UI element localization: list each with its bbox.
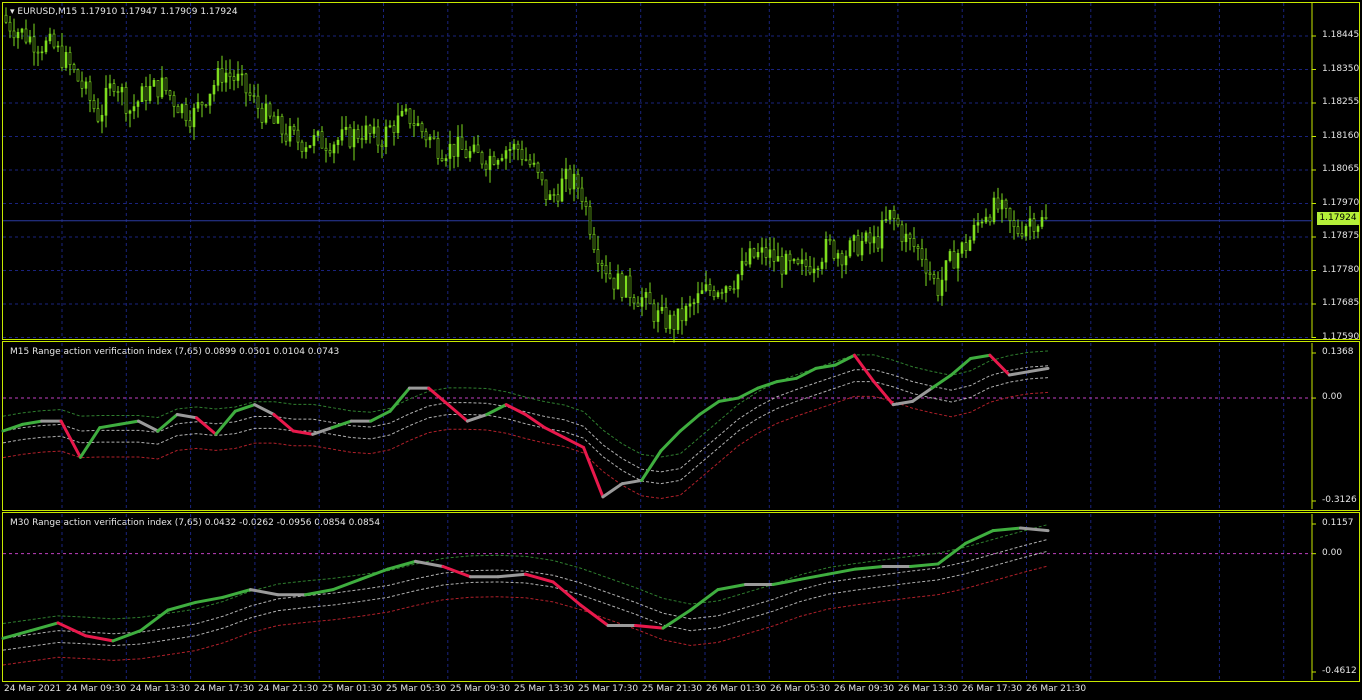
index-line-segment <box>166 600 197 612</box>
index-line-segment <box>194 595 225 604</box>
index-line-segment <box>84 634 115 643</box>
price-axis-label: 1.18350 <box>1322 63 1360 74</box>
index-line-segment <box>414 559 445 569</box>
price-axis-label: 1.17780 <box>1322 264 1360 275</box>
time-axis-label: 24 Mar 09:30 <box>66 684 127 694</box>
time-axis-label: 24 Mar 17:30 <box>194 684 255 694</box>
index-line-segment <box>111 629 142 643</box>
m30-index-axis-label: -0.4612 <box>1322 666 1357 676</box>
price-axis-label: 1.17590 <box>1322 331 1360 342</box>
index-line-segment <box>139 608 170 633</box>
index-line-segment <box>991 526 1022 533</box>
index-line-segment <box>689 588 720 612</box>
price-axis-label: 1.18065 <box>1322 164 1360 174</box>
time-axis-label: 25 Mar 09:30 <box>450 684 511 694</box>
index-line-segment <box>496 572 527 579</box>
index-line-segment <box>331 577 362 592</box>
index-line-segment <box>854 565 885 571</box>
time-axis-label: 25 Mar 17:30 <box>578 684 639 694</box>
index-line-segment <box>964 529 995 545</box>
time-axis-label: 24 Mar 13:30 <box>130 684 191 694</box>
time-axis-label: 26 Mar 05:30 <box>770 684 831 694</box>
index-line-segment <box>29 621 60 633</box>
index-line-segment <box>524 572 555 584</box>
time-axis-label: 25 Mar 21:30 <box>642 684 703 694</box>
m15-index-axis-label: -0.3126 <box>1322 495 1357 505</box>
time-axis-label: 26 Mar 17:30 <box>962 684 1023 694</box>
indicator-m30-canvas[interactable] <box>0 0 1362 700</box>
time-axis-label: 25 Mar 01:30 <box>322 684 383 694</box>
index-line-segment <box>826 567 857 576</box>
index-line-segment <box>441 565 472 579</box>
index-line-segment <box>909 562 940 569</box>
m30-index-axis-label: 0.1157 <box>1322 518 1354 528</box>
time-axis-label: 26 Mar 21:30 <box>1026 684 1087 694</box>
m15-index-axis-label: 0.00 <box>1322 392 1343 403</box>
time-axis-label: 26 Mar 13:30 <box>898 684 959 694</box>
index-line-segment <box>936 541 967 566</box>
index-line-segment <box>634 624 665 630</box>
price-axis-label: 1.18160 <box>1322 130 1360 141</box>
index-line-segment <box>386 559 417 571</box>
price-axis-label: 1.18255 <box>1322 97 1360 107</box>
m30-index-axis-label: 0.00 <box>1322 547 1343 558</box>
time-axis-label: 26 Mar 01:30 <box>706 684 767 694</box>
time-axis-label: 25 Mar 13:30 <box>514 684 575 694</box>
price-axis-label: 1.17875 <box>1322 231 1360 241</box>
index-line-segment <box>579 603 610 628</box>
time-axis-label: 25 Mar 05:30 <box>386 684 447 694</box>
index-line-segment <box>799 572 830 581</box>
time-axis-label: 26 Mar 09:30 <box>834 684 895 694</box>
time-axis-label: 24 Mar 21:30 <box>258 684 319 694</box>
index-line-segment <box>716 582 747 592</box>
price-axis-label: 1.18445 <box>1322 30 1360 40</box>
time-axis-label: 24 Mar 2021 <box>4 684 62 694</box>
price-axis-label: 1.17685 <box>1322 298 1360 308</box>
m15-index-axis-label: 0.1368 <box>1322 347 1354 357</box>
index-line-segment <box>661 608 692 630</box>
price-axis-label: 1.17970 <box>1322 197 1360 208</box>
index-line-segment <box>1 629 32 640</box>
